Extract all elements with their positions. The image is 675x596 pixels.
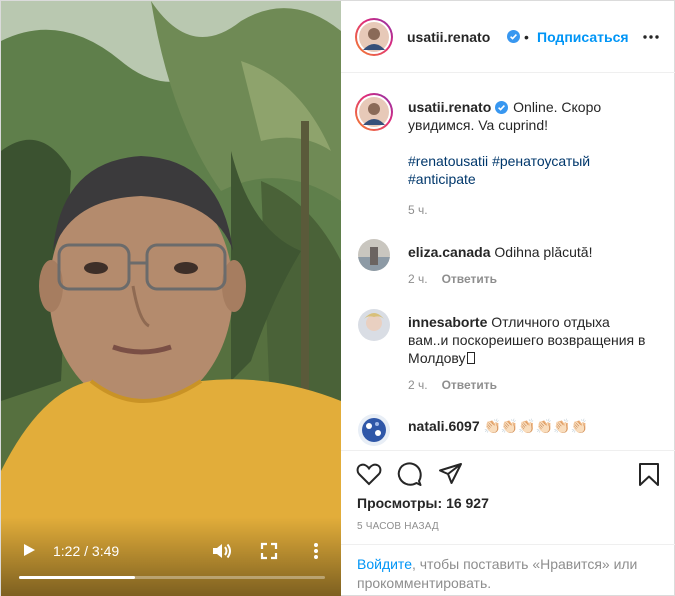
comment-text: 👏🏻👏🏻👏🏻👏🏻👏🏻👏🏻 <box>479 418 589 434</box>
views-count[interactable]: Просмотры: 16 927 <box>357 495 489 511</box>
comment-meta: 2 ч. Ответить <box>408 272 497 286</box>
comment-username[interactable]: eliza.canada <box>408 244 491 260</box>
hashtag-link[interactable]: #ренатоусатый <box>492 153 590 169</box>
comment-meta: 2 ч. Ответить <box>408 378 497 392</box>
caption-text-line2: увидимся. Va cuprind! <box>408 117 549 133</box>
post-timestamp[interactable]: 5 часов назад <box>357 521 439 532</box>
comment-text-line1: Отличного отдыха <box>487 314 610 330</box>
reply-button[interactable]: Ответить <box>442 272 497 286</box>
commenter-avatar[interactable] <box>358 414 390 446</box>
post-details-panel: usatii.renato • Подписаться usatii.renat… <box>341 1 675 596</box>
comment-bubble-icon[interactable] <box>397 462 423 487</box>
fullscreen-icon <box>260 542 278 560</box>
instagram-post: 1:22 / 3:49 usatii.renato • Подписаться … <box>0 0 675 596</box>
reply-button[interactable]: Ответить <box>442 378 497 392</box>
volume-button[interactable] <box>211 541 233 561</box>
comment-item: innesaborte Отличного отдыха вам..и поск… <box>408 313 663 367</box>
video-controls <box>1 517 341 596</box>
caption-hashtags: #renatousatii #ренатоусатый #anticipate <box>408 152 663 188</box>
video-player[interactable]: 1:22 / 3:49 <box>1 1 341 596</box>
comment-item: eliza.canada Odihna plăcută! <box>408 243 663 261</box>
more-vertical-icon <box>314 543 318 559</box>
verified-badge-icon <box>507 30 520 43</box>
commenter-avatar[interactable] <box>358 239 390 271</box>
comment-username[interactable]: natali.6097 <box>408 418 480 434</box>
login-text-line2: прокомментировать. <box>357 575 492 591</box>
like-heart-icon[interactable] <box>356 462 382 486</box>
comment-username[interactable]: innesaborte <box>408 314 487 330</box>
caption-avatar[interactable] <box>357 95 391 129</box>
video-progress-bar[interactable] <box>19 576 325 579</box>
video-progress-fill <box>19 576 136 579</box>
more-options-icon[interactable] <box>642 28 660 46</box>
verified-badge-icon <box>495 101 509 114</box>
volume-icon <box>213 543 231 559</box>
hashtag-link[interactable]: #renatousatii <box>408 153 488 169</box>
missing-glyph-icon <box>466 352 475 364</box>
post-header: usatii.renato • Подписаться <box>341 1 675 73</box>
fullscreen-button[interactable] <box>260 542 278 560</box>
comment-item: natali.6097 👏🏻👏🏻👏🏻👏🏻👏🏻👏🏻 <box>408 417 663 435</box>
play-button[interactable] <box>19 540 39 560</box>
comments-list: usatii.renato Online. Скоро увидимся. Va… <box>341 74 675 449</box>
comment-text-line2: вам..и поскореишего возвращения в <box>408 332 646 348</box>
comment-text-line3: Молдову <box>408 350 466 366</box>
play-icon <box>24 544 35 556</box>
login-link[interactable]: Войдите <box>357 556 412 572</box>
header-username[interactable]: usatii.renato <box>407 29 490 45</box>
post-actions: Просмотры: 16 927 5 часов назад Войдите,… <box>341 450 675 596</box>
video-time: 1:22 / 3:49 <box>53 543 120 559</box>
follow-button[interactable]: Подписаться <box>537 29 629 45</box>
video-more-button[interactable] <box>311 541 321 561</box>
save-bookmark-icon[interactable] <box>638 462 660 487</box>
views-label: Просмотры: <box>357 495 447 511</box>
hashtag-link[interactable]: #anticipate <box>408 171 476 187</box>
login-text-line1: , чтобы поставить «Нравится» или <box>411 556 638 572</box>
comment-time: 2 ч. <box>408 272 428 286</box>
views-number: 16 927 <box>446 495 489 511</box>
share-direct-icon[interactable] <box>438 462 463 486</box>
video-frame <box>1 1 341 596</box>
caption-time: 5 ч. <box>408 203 428 217</box>
caption-text-line1: Online. Скоро <box>509 99 602 115</box>
comment-text: Odihna plăcută! <box>490 244 593 260</box>
comment-time: 2 ч. <box>408 378 428 392</box>
commenter-avatar[interactable] <box>358 309 390 341</box>
login-prompt: Войдите, чтобы поставить «Нравится» или … <box>341 544 675 596</box>
caption-username[interactable]: usatii.renato <box>408 99 491 115</box>
header-avatar[interactable] <box>357 20 391 54</box>
post-caption: usatii.renato Online. Скоро увидимся. Va… <box>408 98 663 134</box>
header-separator: • <box>524 29 529 45</box>
